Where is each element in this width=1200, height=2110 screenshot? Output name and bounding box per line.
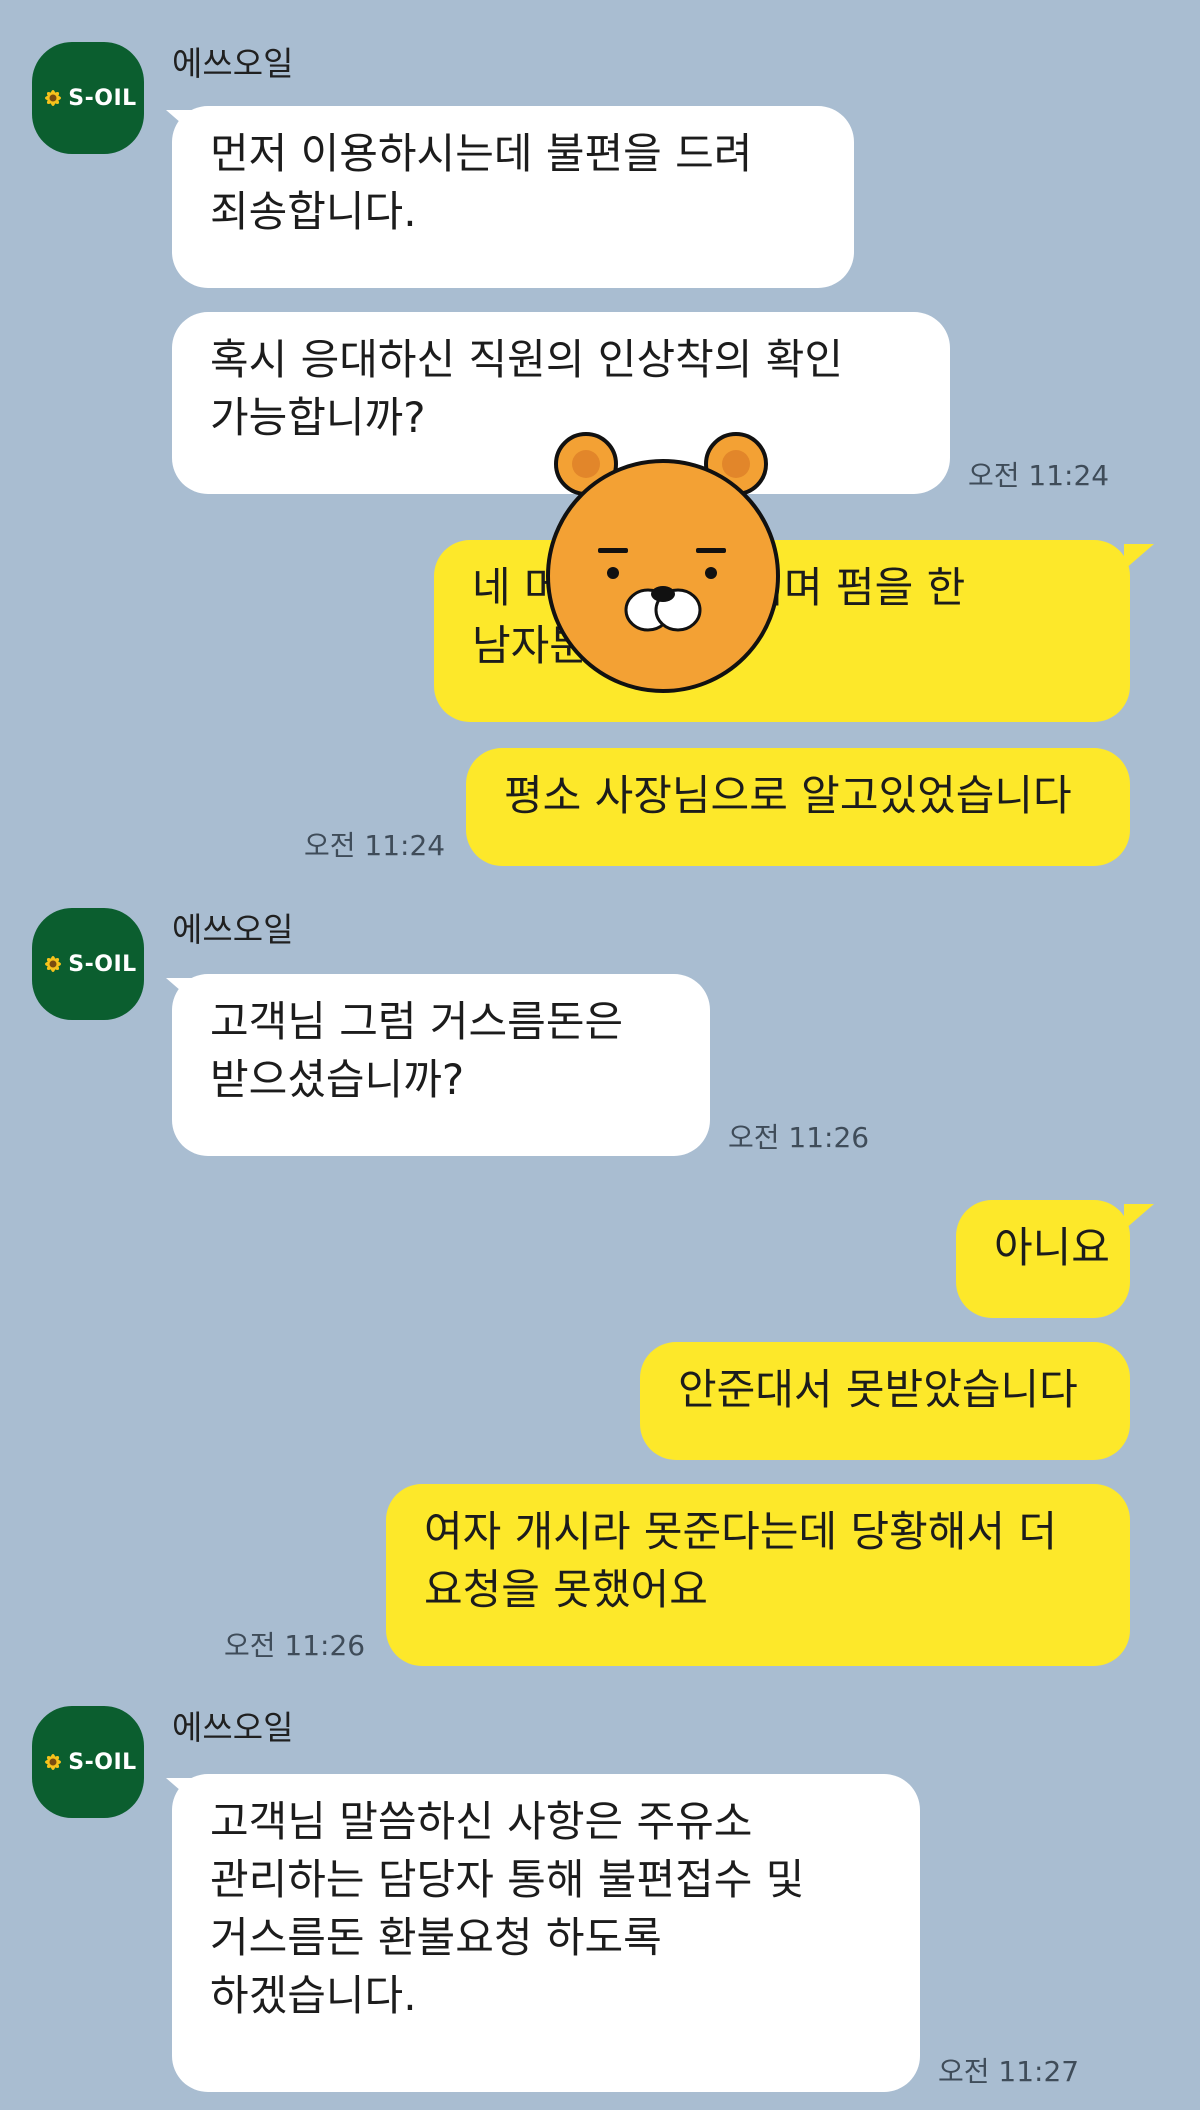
message-bubble[interactable]: 평소 사장님으로 알고있었습니다 [466, 748, 1130, 866]
message-text-line: 거스름돈 환불요청 하도록 [210, 1913, 662, 1962]
sender-name: 에쓰오일 [172, 1708, 294, 1747]
message-timestamp: 오전 11:27 [938, 2055, 1080, 2088]
message-text-line: 요청을 못했어요 [424, 1565, 708, 1614]
message-bubble[interactable]: 고객님 그럼 거스름돈은 받으셨습니까? [172, 974, 710, 1156]
message-text-line: 먼저 이용하시는데 불편을 드려 [210, 129, 753, 178]
message-text-line: 여자 개시라 못준다는데 당황해서 더 [424, 1507, 1058, 1556]
message-bubble[interactable]: 고객님 말씀하신 사항은 주유소 관리하는 담당자 통해 불편접수 및 거스름돈… [172, 1774, 920, 2092]
message-text-line: 고객님 말씀하신 사항은 주유소 [210, 1797, 753, 1846]
message-text-line: 받으셨습니까? [210, 1055, 465, 1104]
sender-avatar[interactable]: S-OIL [32, 908, 144, 1020]
soil-logo: S-OIL [39, 86, 136, 111]
message-timestamp: 오전 11:24 [968, 459, 1110, 492]
message-timestamp: 오전 11:26 [728, 1121, 870, 1154]
message-bubble[interactable]: 아니요 [956, 1200, 1130, 1318]
message-text-line: 혹시 응대하신 직원의 인상착의 확인 [210, 335, 844, 384]
soil-logo: S-OIL [39, 1750, 136, 1775]
sender-avatar[interactable]: S-OIL [32, 1706, 144, 1818]
avatar-logo-text: S-OIL [68, 951, 137, 977]
message-text-line: 고객님 그럼 거스름돈은 [210, 997, 624, 1046]
sunflower-icon [45, 956, 62, 972]
message-text-line: 평소 사장님으로 알고있었습니다 [504, 771, 1072, 820]
message-text-line: 하겠습니다. [210, 1971, 417, 2020]
message-text-line: 죄송합니다. [210, 187, 417, 236]
ryan-bear-face-icon [546, 432, 780, 693]
sender-avatar[interactable]: S-OIL [32, 42, 144, 154]
sunflower-icon [45, 90, 62, 106]
message-bubble[interactable]: 안준대서 못받았습니다 [640, 1342, 1130, 1460]
avatar-logo-text: S-OIL [68, 1749, 137, 1775]
message-text-line: 관리하는 담당자 통해 불편접수 및 [210, 1855, 805, 1904]
message-text-line: 아니요 [994, 1223, 1110, 1272]
chat-area[interactable]: S-OIL 에쓰오일 먼저 이용하시는데 불편을 드려 죄송합니다. 혹시 응대… [0, 0, 1200, 2110]
avatar-logo-text: S-OIL [68, 85, 137, 111]
sender-name: 에쓰오일 [172, 910, 294, 949]
message-timestamp: 오전 11:24 [304, 829, 446, 862]
bubble-tail [1124, 1204, 1154, 1230]
soil-logo: S-OIL [39, 952, 136, 977]
sunflower-icon [45, 1754, 62, 1770]
message-bubble[interactable]: 먼저 이용하시는데 불편을 드려 죄송합니다. [172, 106, 854, 288]
message-text-line: 안준대서 못받았습니다 [678, 1365, 1078, 1414]
message-bubble[interactable]: 여자 개시라 못준다는데 당황해서 더 요청을 못했어요 [386, 1484, 1130, 1666]
bubble-tail [1124, 544, 1154, 570]
message-timestamp: 오전 11:26 [224, 1629, 366, 1662]
sender-name: 에쓰오일 [172, 44, 294, 83]
